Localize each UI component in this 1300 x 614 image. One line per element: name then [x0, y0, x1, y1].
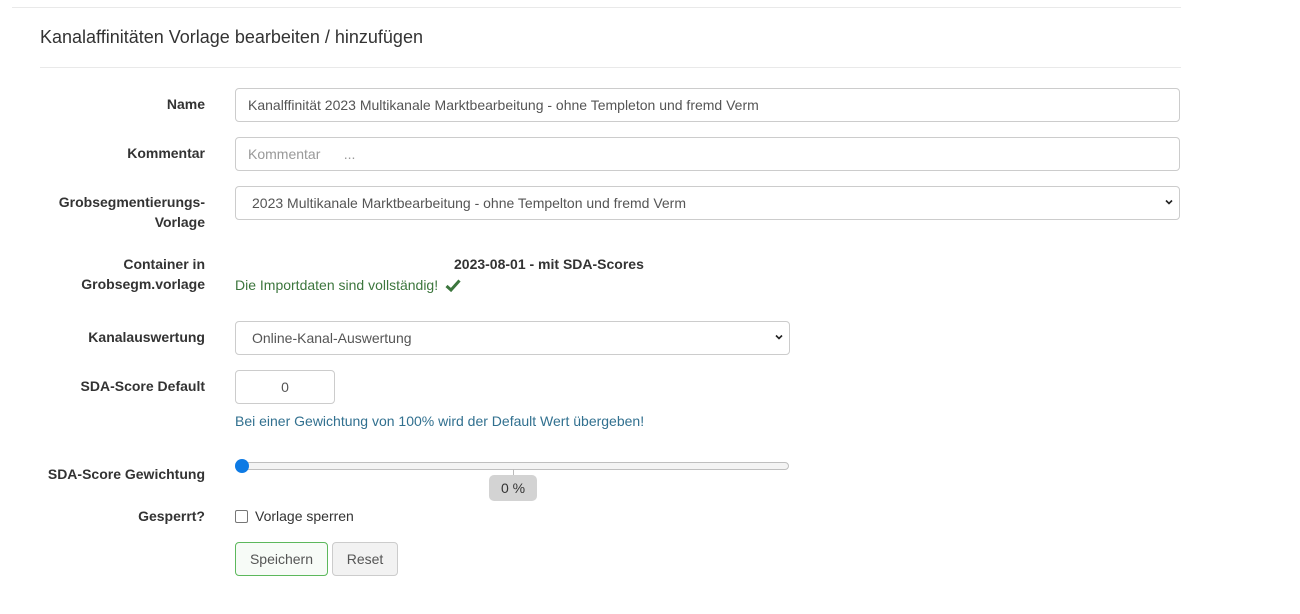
grobsegmentierung-selected: 2023 Multikanale Marktbearbeitung - ohne…: [252, 195, 686, 211]
vorlage-sperren-label[interactable]: Vorlage sperren: [255, 508, 354, 524]
check-icon: [445, 278, 461, 292]
container-label: Container in Grobsegm.vorlage: [15, 254, 205, 294]
kanalauswertung-select[interactable]: Online-Kanal-Auswertung: [235, 321, 790, 355]
chevron-down-icon: [1165, 199, 1173, 205]
grobsegmentierung-select[interactable]: 2023 Multikanale Marktbearbeitung - ohne…: [235, 186, 1180, 220]
sda-default-label: SDA-Score Default: [80, 378, 205, 394]
import-status-text: Die Importdaten sind vollständig!: [235, 277, 439, 293]
title-divider: [40, 67, 1181, 68]
grobsegmentierung-label-line1: Grobsegmentierungs-: [58, 194, 205, 210]
kanalauswertung-selected: Online-Kanal-Auswertung: [252, 330, 412, 346]
sda-gewichtung-slider-handle[interactable]: [235, 459, 249, 473]
gesperrt-label: Gesperrt?: [138, 508, 205, 524]
sda-default-input[interactable]: 0: [235, 370, 335, 404]
grobsegmentierung-label: Grobsegmentierungs- Vorlage: [15, 192, 205, 232]
sda-gewichtung-label: SDA-Score Gewichtung: [47, 466, 205, 482]
kommentar-label: Kommentar: [127, 145, 205, 161]
chevron-down-icon: [775, 334, 783, 340]
sda-default-info: Bei einer Gewichtung von 100% wird der D…: [235, 413, 645, 429]
top-divider: [12, 7, 1181, 8]
kommentar-input[interactable]: Kommentar ...: [235, 137, 1180, 171]
kanalauswertung-label: Kanalauswertung: [88, 329, 205, 345]
vorlage-sperren-checkbox[interactable]: [235, 509, 248, 523]
container-label-line1: Container in: [123, 256, 205, 272]
panel-title: Kanalaffinitäten Vorlage bearbeiten / hi…: [40, 27, 423, 47]
container-label-line2: Grobsegm.vorlage: [81, 276, 205, 292]
name-input[interactable]: Kanalffinität 2023 Multikanale Marktbear…: [235, 88, 1180, 122]
import-status: Die Importdaten sind vollständig!: [235, 277, 461, 293]
save-button[interactable]: Speichern: [235, 542, 328, 576]
grobsegmentierung-label-line2: Vorlage: [154, 214, 205, 230]
container-name: 2023-08-01 - mit SDA-Scores: [454, 256, 644, 272]
reset-button[interactable]: Reset: [332, 542, 398, 576]
name-label: Name: [166, 96, 205, 112]
vorlage-sperren[interactable]: Vorlage sperren: [235, 508, 354, 524]
sda-gewichtung-value: 0 %: [489, 475, 537, 501]
